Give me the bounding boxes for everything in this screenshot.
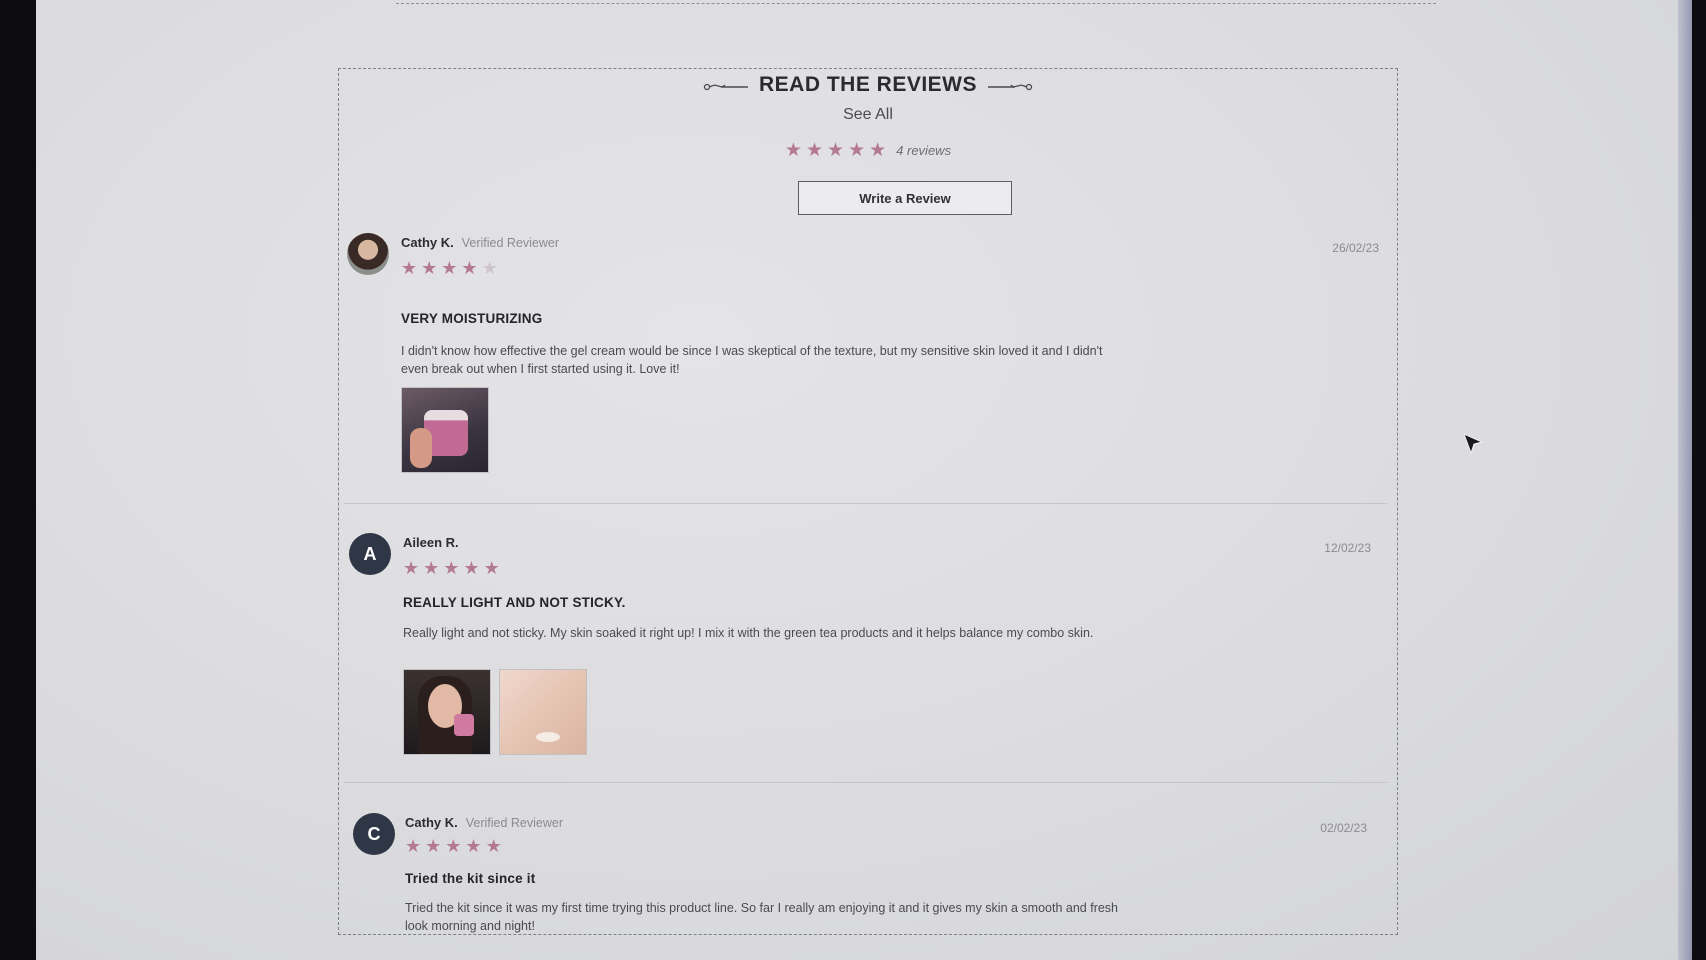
review-stars: ★ ★ ★ ★ ★ — [401, 259, 498, 277]
write-review-button[interactable]: Write a Review — [798, 181, 1012, 215]
review-author: Cathy K. — [401, 235, 454, 250]
star-icon: ★ — [827, 140, 845, 161]
star-icon: ★ — [401, 258, 418, 278]
star-icon: ★ — [421, 258, 438, 278]
star-icon: ★ — [805, 140, 824, 161]
avatar: A — [349, 533, 391, 575]
review-divider — [344, 782, 1387, 783]
title-row: READ THE REVIEWS — [339, 73, 1397, 97]
mouse-cursor-icon — [1463, 433, 1484, 455]
star-icon: ★ — [461, 258, 478, 278]
review-author-row: Aileen R. — [403, 535, 459, 550]
star-icon: ★ — [848, 140, 866, 161]
avatar — [347, 233, 389, 275]
review-stars: ★ ★ ★ ★ ★ — [403, 559, 500, 577]
see-all-link[interactable]: See All — [339, 106, 1397, 124]
flourish-left-icon — [703, 83, 748, 91]
flourish-right-icon — [988, 83, 1033, 91]
review-date: 02/02/23 — [1320, 821, 1367, 835]
section-divider-top — [396, 3, 1436, 4]
review-body: Really light and not sticky. My skin soa… — [403, 626, 1094, 640]
star-icon: ★ — [405, 836, 422, 856]
verified-badge: Verified Reviewer — [461, 236, 559, 250]
star-icon: ★ — [445, 836, 462, 856]
review-title: Tried the kit since it — [405, 871, 536, 886]
review-divider — [344, 503, 1387, 504]
review-title: VERY MOISTURIZING — [401, 311, 543, 326]
summary-stars: ★ ★ ★ ★ ★ — [785, 141, 886, 160]
review-photo[interactable] — [403, 669, 491, 755]
review-stars: ★ ★ ★ ★ ★ — [405, 837, 502, 855]
star-icon: ★ — [465, 836, 482, 856]
rating-summary: ★ ★ ★ ★ ★ 4 reviews — [339, 141, 1397, 160]
star-icon: ★ — [441, 258, 458, 278]
review-author: Cathy K. — [405, 815, 458, 830]
star-icon: ★ — [483, 558, 500, 578]
review-author: Aileen R. — [403, 535, 459, 550]
review-date: 12/02/23 — [1324, 541, 1371, 555]
star-icon: ★ — [425, 836, 442, 856]
star-icon: ★ — [784, 140, 802, 161]
star-icon: ★ — [481, 258, 498, 278]
review-title: REALLY LIGHT AND NOT STICKY. — [403, 595, 626, 610]
section-title: READ THE REVIEWS — [758, 73, 978, 96]
star-icon: ★ — [423, 558, 440, 578]
review-author-row: Cathy K. Verified Reviewer — [401, 235, 559, 250]
star-icon: ★ — [485, 836, 502, 856]
star-icon: ★ — [869, 140, 887, 161]
star-icon: ★ — [463, 558, 480, 578]
reviews-widget: READ THE REVIEWS See All ★ ★ ★ ★ ★ 4 reviews… — [338, 68, 1398, 935]
review-photo[interactable] — [401, 387, 489, 473]
star-icon: ★ — [443, 558, 460, 578]
review-date: 26/02/23 — [1332, 241, 1379, 255]
review-body: Tried the kit since it was my first time… — [405, 901, 1119, 933]
verified-badge: Verified Reviewer — [465, 816, 563, 830]
review-photo[interactable] — [499, 669, 587, 755]
review-body: I didn't know how effective the gel crea… — [401, 344, 1103, 376]
review-author-row: Cathy K. Verified Reviewer — [405, 815, 563, 830]
star-icon: ★ — [403, 558, 420, 578]
review-count: 4 reviews — [896, 143, 952, 158]
avatar: C — [353, 813, 395, 855]
monitor-screen: READ THE REVIEWS See All ★ ★ ★ ★ ★ 4 reviews… — [36, 0, 1692, 960]
